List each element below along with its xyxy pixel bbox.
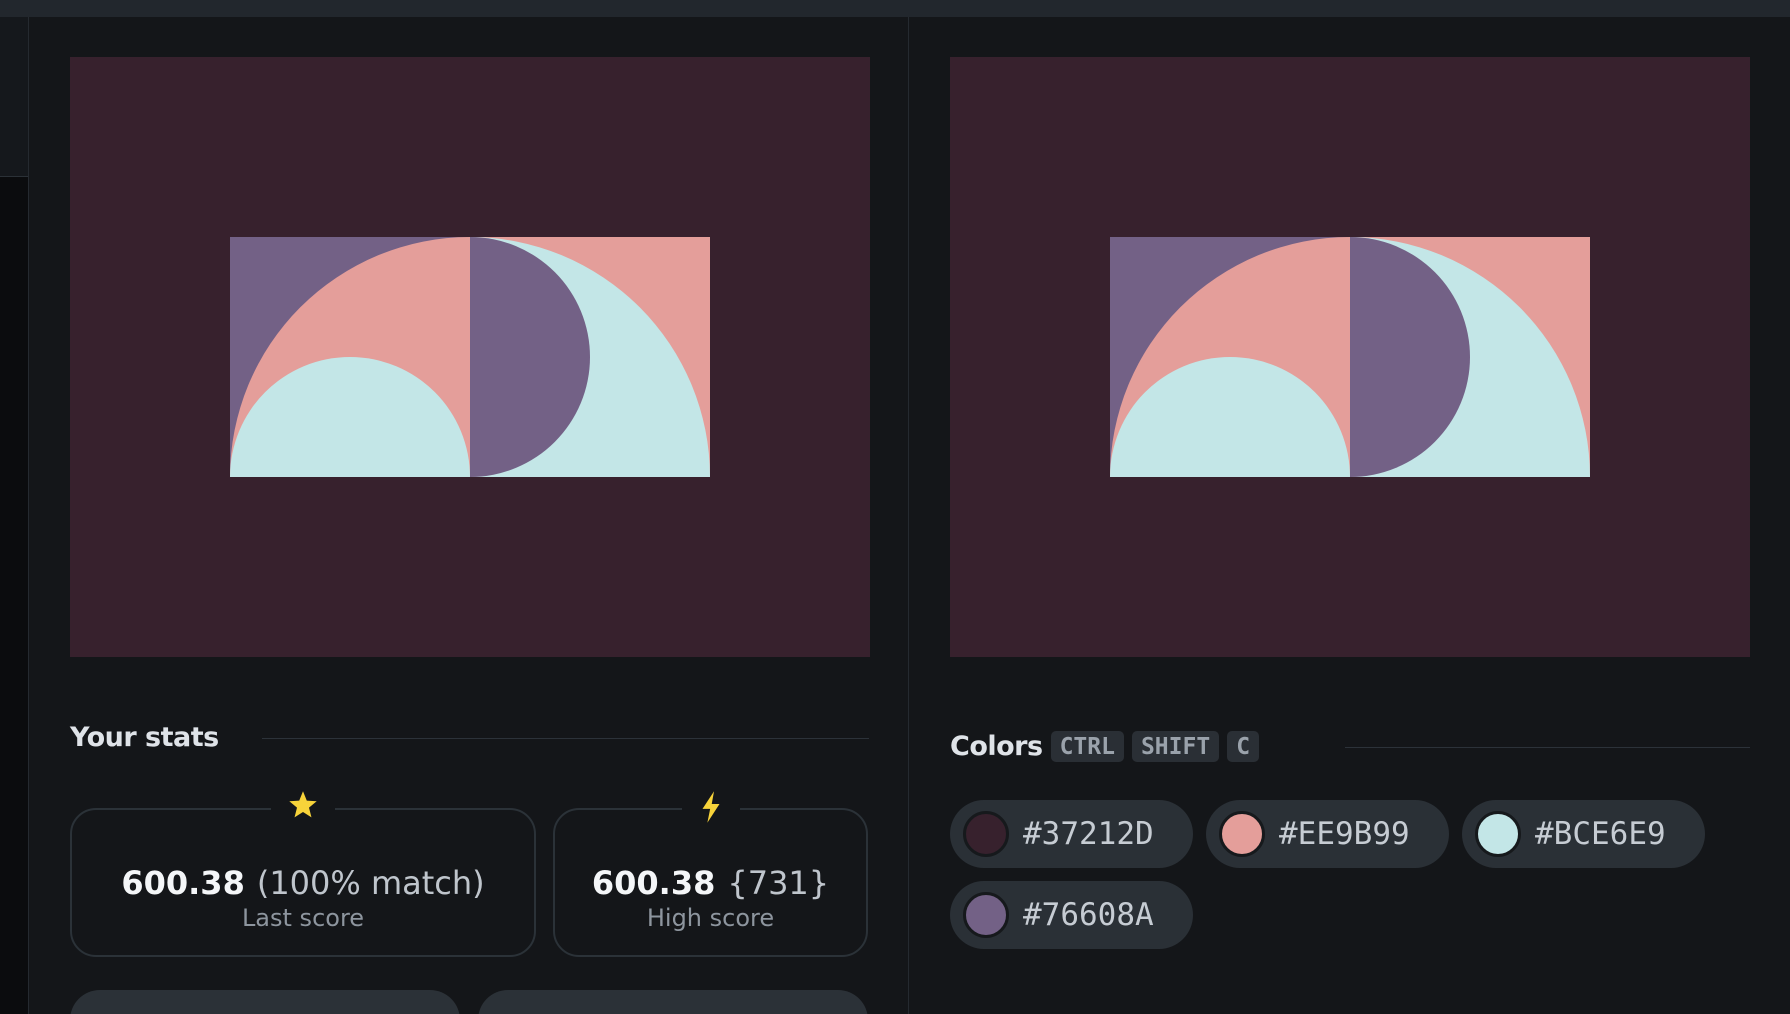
top-bar (0, 0, 1790, 17)
high-score-number: 600.38 (591, 864, 716, 902)
high-score-label: High score (646, 904, 775, 932)
last-score-value: 600.38 (100% match) (72, 864, 534, 902)
high-score-count: {731} (727, 864, 830, 902)
shortcut-key-c: C (1227, 731, 1260, 763)
panel-divider (908, 17, 909, 1014)
left-rail-panel (0, 17, 29, 177)
high-score-value: 600.38 {731} (555, 864, 866, 902)
colors-title: Colors (950, 731, 1043, 763)
shortcut-key-ctrl: CTRL (1050, 731, 1124, 763)
stats-header: Your stats (70, 722, 219, 753)
last-score-card: 600.38 (100% match) Last score (70, 790, 536, 957)
last-score-label: Last score (241, 904, 365, 932)
action-button-right[interactable] (478, 990, 868, 1014)
color-chip[interactable]: #76608A (950, 881, 1193, 949)
color-hex: #37212D (1023, 816, 1154, 852)
color-chip[interactable]: #BCE6E9 (1462, 800, 1705, 868)
shortcut-key-shift: SHIFT (1131, 731, 1220, 763)
last-score-match: (100% match) (256, 864, 485, 902)
target-canvas (950, 57, 1750, 657)
action-button-left[interactable] (70, 990, 460, 1014)
color-chip[interactable]: #37212D (950, 800, 1193, 868)
left-rail (0, 17, 29, 1014)
high-score-card: 600.38 {731} High score (553, 790, 868, 957)
color-dot (1475, 811, 1521, 857)
left-rail-border (28, 17, 29, 1014)
color-dot (1219, 811, 1265, 857)
last-score-number: 600.38 (121, 864, 245, 902)
colors-header-rule (1345, 747, 1750, 748)
color-chip[interactable]: #EE9B99 (1206, 800, 1449, 868)
color-hex: #BCE6E9 (1535, 816, 1666, 852)
output-canvas (70, 57, 870, 657)
stats-header-rule (262, 738, 869, 739)
lightning-icon (681, 790, 740, 824)
color-dot (963, 811, 1009, 857)
stats-title: Your stats (70, 722, 219, 753)
target-artwork (1110, 237, 1590, 477)
color-hex: #EE9B99 (1279, 816, 1410, 852)
colors-header: Colors CTRL SHIFT C (950, 731, 1260, 763)
star-icon (271, 790, 335, 820)
output-artwork (230, 237, 710, 477)
color-hex: #76608A (1023, 897, 1154, 933)
color-dot (963, 892, 1009, 938)
